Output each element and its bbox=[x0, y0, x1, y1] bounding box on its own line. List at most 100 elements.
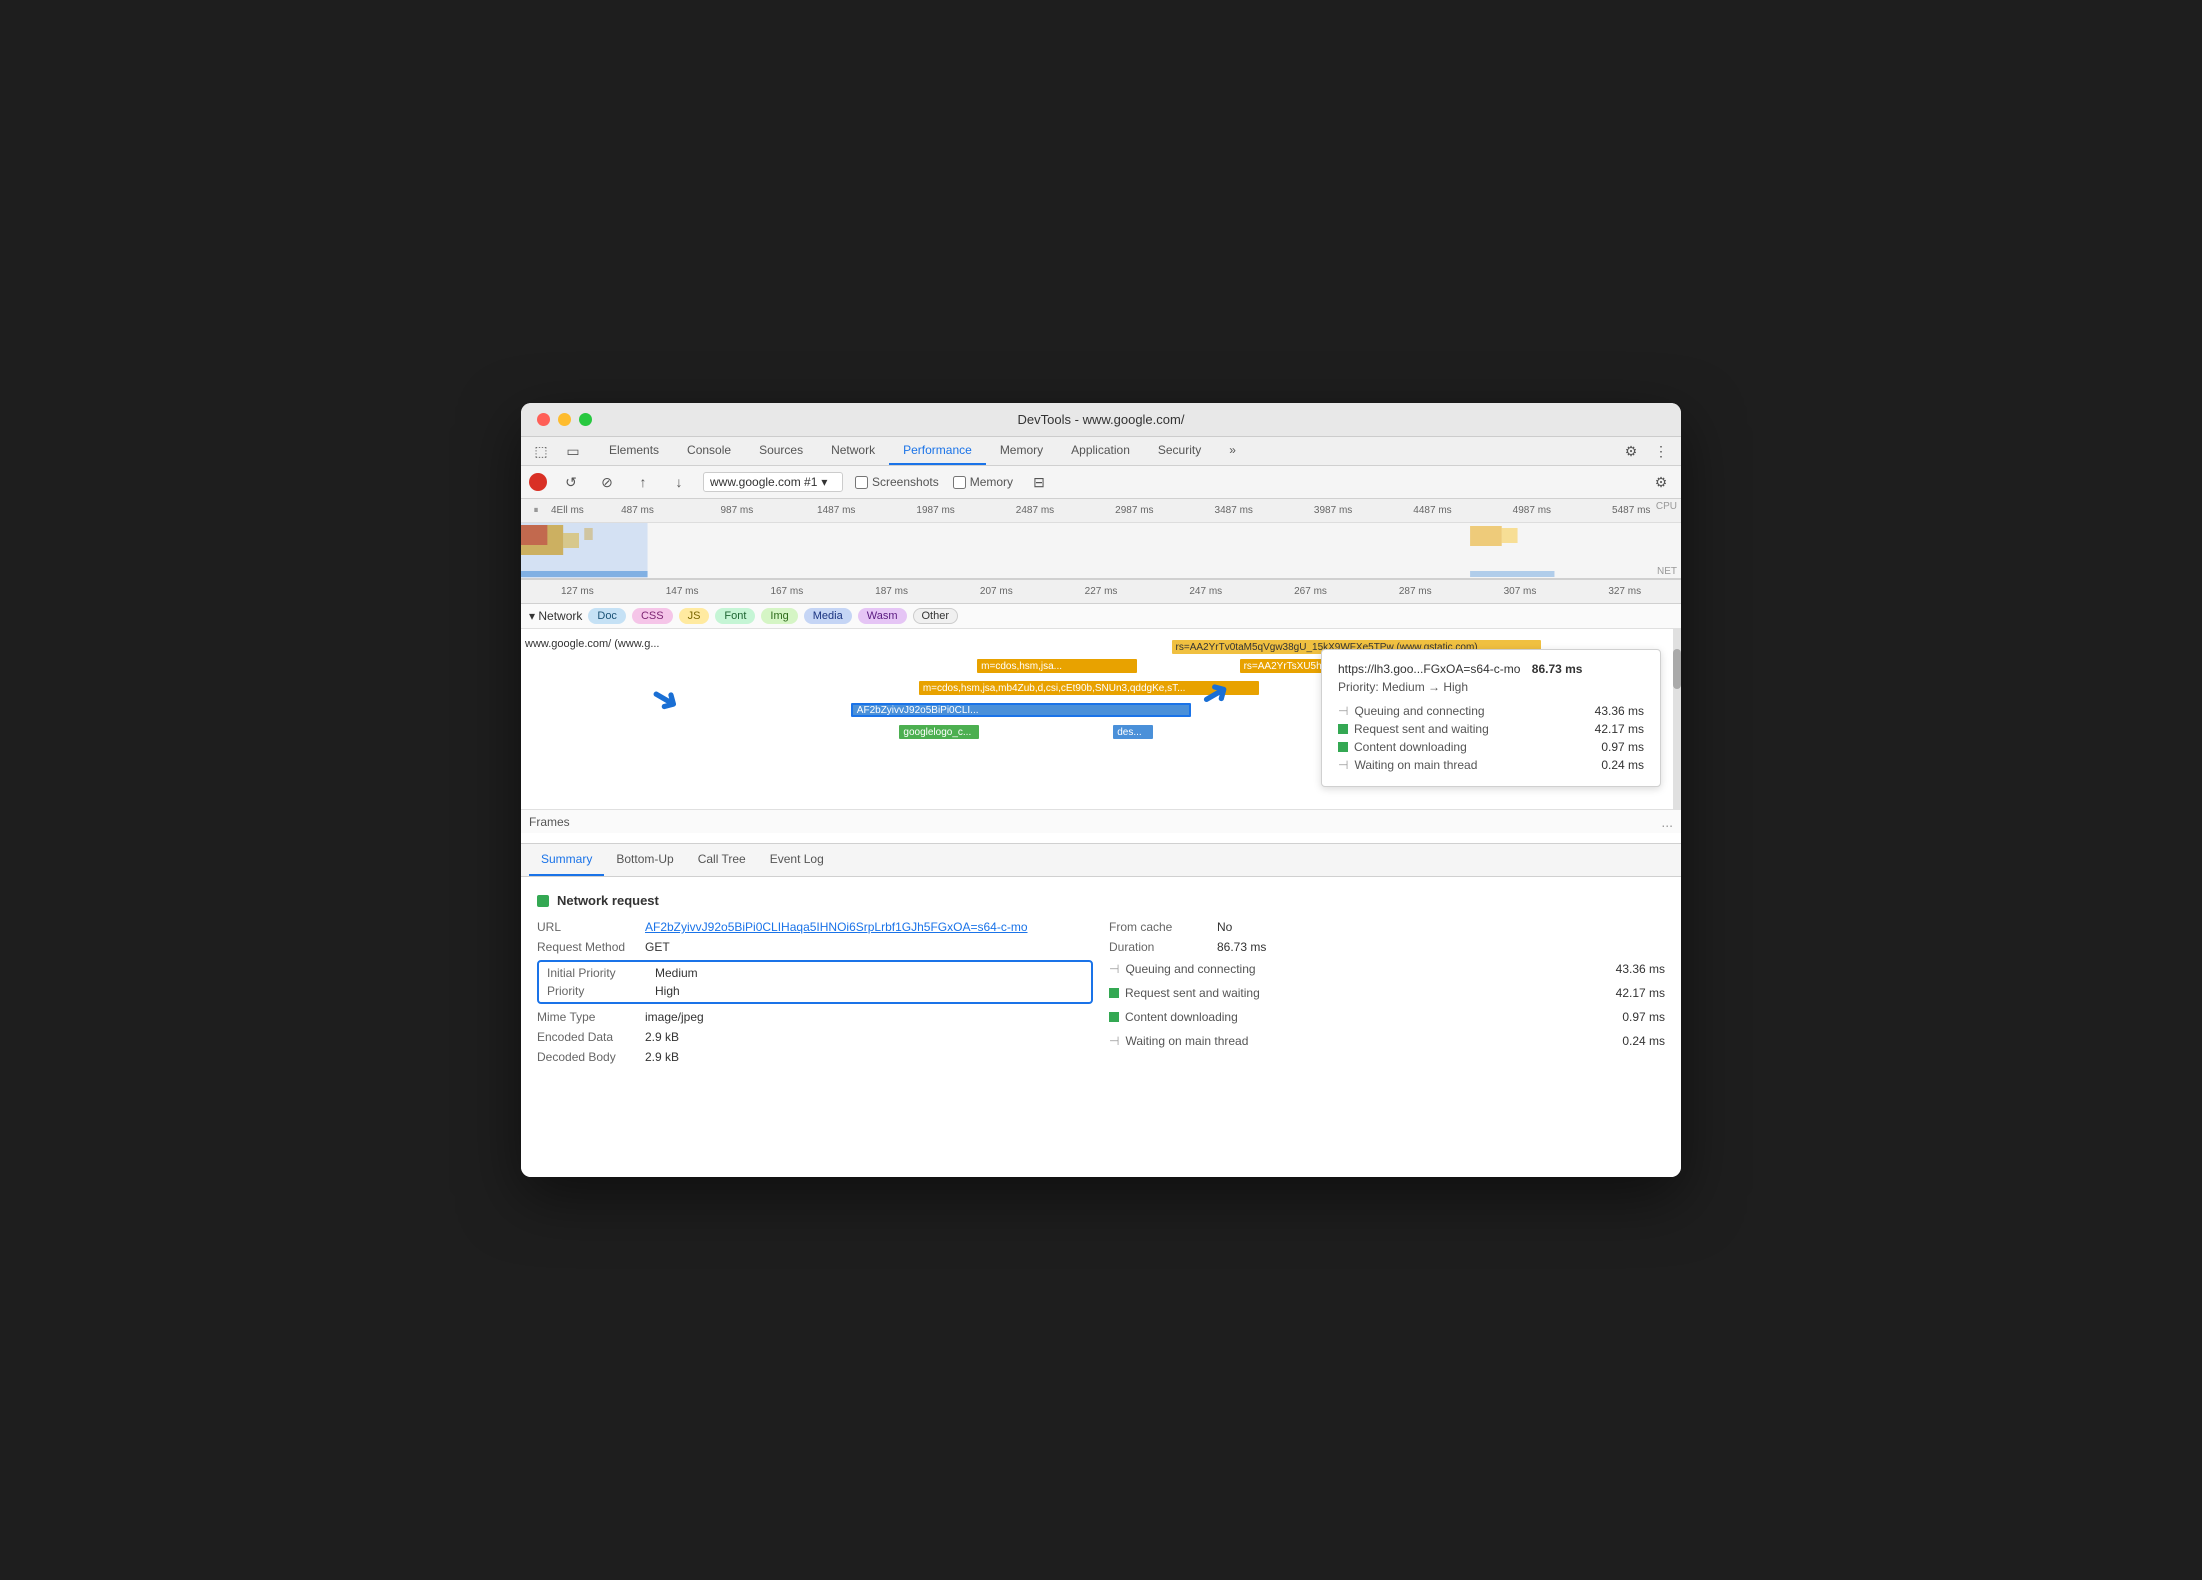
timing-val-d1: 42.17 ms bbox=[1616, 986, 1665, 1000]
tab-call-tree[interactable]: Call Tree bbox=[686, 844, 758, 876]
filter-wasm[interactable]: Wasm bbox=[858, 608, 907, 624]
device-icon[interactable]: ▭ bbox=[561, 439, 585, 463]
record-button[interactable] bbox=[529, 473, 547, 491]
ruler-label-9: 4987 ms bbox=[1482, 505, 1581, 516]
detail-grid: URL AF2bZyivvJ92o5BiPi0CLIHaqa5IHNOi6Srp… bbox=[537, 920, 1665, 1064]
timing-val-d0: 43.36 ms bbox=[1616, 962, 1665, 976]
devtools-toolbar: ↺ ⊘ ↑ ↓ www.google.com #1 ▾ Screenshots … bbox=[521, 466, 1681, 499]
zoom-label-8: 287 ms bbox=[1363, 586, 1468, 597]
tab-console[interactable]: Console bbox=[673, 437, 745, 465]
ruler-label-4: 2487 ms bbox=[985, 505, 1084, 516]
ruler-label-3: 1987 ms bbox=[886, 505, 985, 516]
section-title: Network request bbox=[557, 893, 659, 908]
ruler-label-1: 987 ms bbox=[687, 505, 786, 516]
traffic-lights bbox=[537, 413, 592, 426]
timing-detail-row-0: ⊣ Queuing and connecting 43.36 ms bbox=[1109, 960, 1665, 978]
toolbar-icons: ⬚ ▭ bbox=[529, 439, 585, 463]
tab-application[interactable]: Application bbox=[1057, 437, 1144, 465]
timing-text-d0: Queuing and connecting bbox=[1125, 962, 1255, 976]
more-icon[interactable]: ⋮ bbox=[1649, 439, 1673, 463]
memory-checkbox-label[interactable]: Memory bbox=[953, 475, 1013, 489]
line-icon-0: ⊣ bbox=[1338, 704, 1348, 718]
tooltip-duration: 86.73 ms bbox=[1532, 662, 1583, 676]
url-selector[interactable]: www.google.com #1 ▾ bbox=[703, 472, 843, 492]
url-label: URL bbox=[537, 920, 637, 934]
filter-font[interactable]: Font bbox=[715, 608, 755, 624]
more-dots[interactable]: ... bbox=[1661, 814, 1673, 830]
detail-panel: Network request URL AF2bZyivvJ92o5BiPi0C… bbox=[521, 877, 1681, 1177]
ruler-label-8: 4487 ms bbox=[1383, 505, 1482, 516]
scrollbar[interactable] bbox=[1673, 629, 1681, 809]
tab-memory[interactable]: Memory bbox=[986, 437, 1057, 465]
toolbar-right: ⚙ ⋮ bbox=[1619, 439, 1673, 463]
detail-initial-priority-row: Initial Priority Medium bbox=[547, 966, 1083, 980]
cpu-label: CPU bbox=[1656, 501, 1677, 512]
section-header: Network request bbox=[537, 893, 1665, 908]
ruler-label-0: 487 ms bbox=[588, 505, 687, 516]
detail-duration-row: Duration 86.73 ms bbox=[1109, 940, 1665, 954]
timeline-chart[interactable]: NET bbox=[521, 523, 1681, 579]
filter-css[interactable]: CSS bbox=[632, 608, 673, 624]
row-bar-3-selected[interactable]: AF2bZyivvJ92o5BiPi0CLI... bbox=[851, 703, 1191, 717]
filter-other[interactable]: Other bbox=[913, 608, 959, 624]
cache-value: No bbox=[1217, 920, 1232, 934]
method-value: GET bbox=[645, 940, 670, 954]
tab-network[interactable]: Network bbox=[817, 437, 889, 465]
row-bar-4: googlelogo_c... bbox=[899, 725, 979, 739]
filter-img[interactable]: Img bbox=[761, 608, 797, 624]
memory-label: Memory bbox=[970, 475, 1013, 489]
tooltip-row-2: Content downloading 0.97 ms bbox=[1338, 738, 1644, 756]
timeline-ruler: ⏸ 4Ell ms 487 ms 987 ms 1487 ms 1987 ms … bbox=[521, 499, 1681, 579]
detail-left: URL AF2bZyivvJ92o5BiPi0CLIHaqa5IHNOi6Srp… bbox=[537, 920, 1093, 1064]
tooltip-title: https://lh3.goo...FGxOA=s64-c-mo 86.73 m… bbox=[1338, 662, 1644, 676]
settings-icon[interactable]: ⚙ bbox=[1619, 439, 1643, 463]
maximize-button[interactable] bbox=[579, 413, 592, 426]
tab-security[interactable]: Security bbox=[1144, 437, 1215, 465]
tab-more[interactable]: » bbox=[1215, 437, 1250, 465]
url-value[interactable]: AF2bZyivvJ92o5BiPi0CLIHaqa5IHNOi6SrpLrbf… bbox=[645, 920, 1028, 934]
bar-icon-2 bbox=[1338, 742, 1348, 752]
clear-icon[interactable]: ⊘ bbox=[595, 470, 619, 494]
inspect-icon[interactable]: ⬚ bbox=[529, 439, 553, 463]
screenshots-checkbox-label[interactable]: Screenshots bbox=[855, 475, 939, 489]
filter-doc[interactable]: Doc bbox=[588, 608, 626, 624]
download-icon[interactable]: ↓ bbox=[667, 470, 691, 494]
memory-checkbox[interactable] bbox=[953, 476, 966, 489]
filter-js[interactable]: JS bbox=[679, 608, 710, 624]
timing-detail-row-3: ⊣ Waiting on main thread 0.24 ms bbox=[1109, 1032, 1665, 1050]
tab-performance[interactable]: Performance bbox=[889, 437, 986, 465]
tab-event-log[interactable]: Event Log bbox=[758, 844, 836, 876]
bar-icon-d1 bbox=[1109, 988, 1119, 998]
timing-text-d1: Request sent and waiting bbox=[1125, 986, 1260, 1000]
filter-media[interactable]: Media bbox=[804, 608, 852, 624]
minimize-button[interactable] bbox=[558, 413, 571, 426]
panel-tabs: Elements Console Sources Network Perform… bbox=[595, 437, 1250, 465]
tooltip-row-0: ⊣ Queuing and connecting 43.36 ms bbox=[1338, 702, 1644, 720]
screenshots-checkbox[interactable] bbox=[855, 476, 868, 489]
initial-priority-value: Medium bbox=[655, 966, 698, 980]
tooltip-row-text-1: Request sent and waiting bbox=[1354, 722, 1489, 736]
reload-icon[interactable]: ↺ bbox=[559, 470, 583, 494]
network-label: ▾ Network bbox=[529, 609, 582, 623]
memory-extra-icon[interactable]: ⊟ bbox=[1027, 470, 1051, 494]
tab-sources[interactable]: Sources bbox=[745, 437, 817, 465]
tab-elements[interactable]: Elements bbox=[595, 437, 673, 465]
upload-icon[interactable]: ↑ bbox=[631, 470, 655, 494]
tab-summary[interactable]: Summary bbox=[529, 844, 604, 876]
zoom-label-1: 147 ms bbox=[630, 586, 735, 597]
zoom-label-6: 247 ms bbox=[1153, 586, 1258, 597]
checkbox-group: Screenshots Memory ⊟ bbox=[855, 470, 1051, 494]
tooltip-row-label-1: Request sent and waiting bbox=[1338, 722, 1489, 736]
net-label: NET bbox=[1657, 566, 1677, 577]
perf-settings-icon[interactable]: ⚙ bbox=[1649, 470, 1673, 494]
network-rows: www.google.com/ (www.g... rs=AA2YrTv0taM… bbox=[521, 629, 1681, 809]
timing-label-0: ⊣ Queuing and connecting bbox=[1109, 962, 1256, 976]
zoom-label-9: 307 ms bbox=[1468, 586, 1573, 597]
tab-bottom-up[interactable]: Bottom-Up bbox=[604, 844, 685, 876]
detail-method-row: Request Method GET bbox=[537, 940, 1093, 954]
duration-label: Duration bbox=[1109, 940, 1209, 954]
close-button[interactable] bbox=[537, 413, 550, 426]
tooltip-row-3: ⊣ Waiting on main thread 0.24 ms bbox=[1338, 756, 1644, 774]
frames-label: Frames bbox=[529, 815, 570, 829]
scrollbar-thumb[interactable] bbox=[1673, 649, 1681, 689]
